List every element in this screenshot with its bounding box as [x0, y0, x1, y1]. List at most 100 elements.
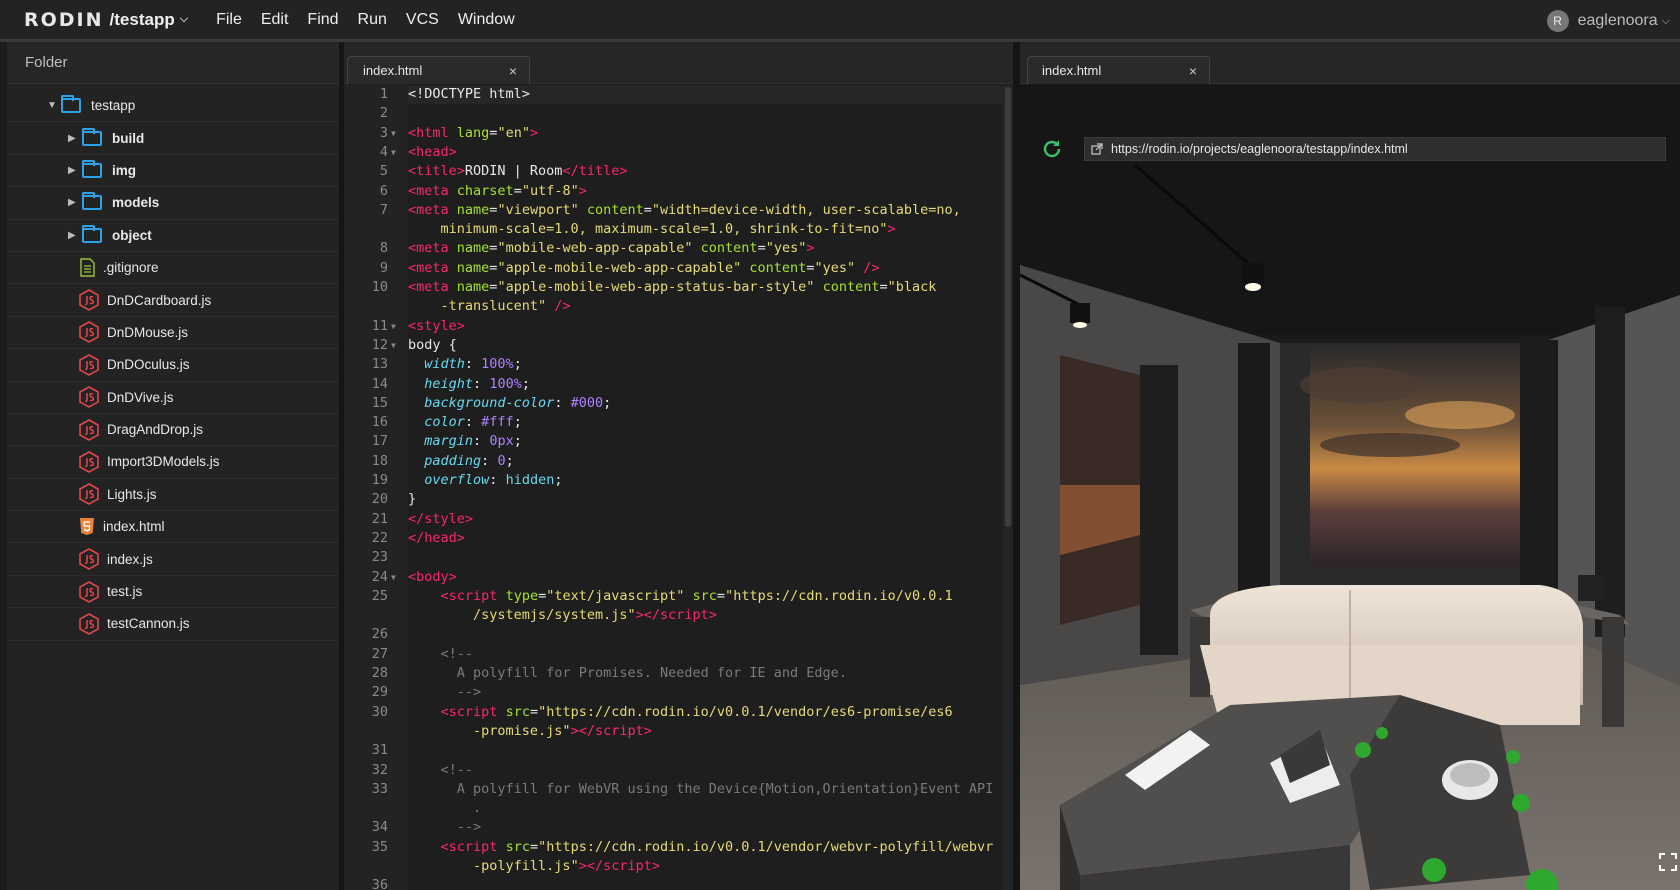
line-number: 15 [371, 394, 388, 411]
fold-caret-icon[interactable]: ▼ [391, 143, 396, 162]
code-line: /systemjs/system.js"></script> [344, 606, 1004, 625]
code-text: --> [456, 684, 482, 701]
code-text: <meta charset="utf-8"> [408, 182, 587, 199]
line-number: 9 [379, 259, 388, 276]
menu-find[interactable]: Find [307, 11, 338, 29]
line-number: 18 [371, 452, 388, 469]
text-file-icon [80, 258, 95, 277]
tab-index-html[interactable]: index.html × [347, 56, 530, 84]
line-number: 11 [371, 317, 388, 334]
tree-file[interactable]: DragAndDrop.js [7, 414, 339, 447]
vr-scene-viewport[interactable]: https://rodin.io/projects/eaglenoora/tes… [1020, 85, 1680, 890]
code-text: -translucent" /> [440, 298, 571, 315]
close-icon[interactable]: × [509, 63, 517, 79]
code-line: -promise.js"></script> [344, 722, 1004, 741]
tree-file[interactable]: DnDCardboard.js [7, 284, 339, 317]
code-line: 19 overflow: hidden; [344, 471, 1004, 490]
caret-down-icon: ▼ [47, 100, 57, 112]
code-line: 2 [344, 104, 1004, 123]
external-link-icon[interactable] [1091, 143, 1103, 155]
code-text: <body> [408, 568, 457, 585]
project-switcher[interactable]: /testapp ⌵ [110, 10, 189, 30]
folder-icon [82, 127, 102, 146]
fullscreen-icon[interactable] [1658, 852, 1678, 872]
code-line: 9 <meta name="apple-mobile-web-app-capabl… [344, 259, 1004, 278]
code-text: </style> [408, 510, 474, 527]
line-number: 13 [371, 356, 388, 373]
menu-edit[interactable]: Edit [261, 11, 289, 29]
menu-window[interactable]: Window [458, 11, 515, 29]
line-number: 16 [371, 414, 388, 431]
line-number: 12 [371, 336, 388, 353]
avatar: R [1546, 10, 1569, 32]
caret-right-icon: ▶ [68, 164, 76, 176]
url-bar[interactable]: https://rodin.io/projects/eaglenoora/tes… [1084, 137, 1666, 161]
fold-caret-icon[interactable]: ▼ [391, 336, 396, 355]
preview-tab-index-html[interactable]: index.html × [1027, 56, 1210, 84]
code-text: <script src="https://cdn.rodin.io/v0.0.1… [440, 838, 994, 855]
tree-file[interactable]: index.js [7, 543, 339, 576]
tree-folder-models[interactable]: ▶ models [7, 187, 339, 220]
code-text: <script type="text/javascript" src="http… [440, 587, 953, 604]
nodejs-file-icon [79, 386, 99, 409]
tree-file[interactable]: DnDOculus.js [7, 349, 339, 382]
tree-file[interactable]: .gitignore [7, 252, 339, 285]
code-text: --> [456, 819, 482, 836]
code-text: body { [408, 336, 457, 353]
tree-item-label: index.html [103, 519, 165, 535]
tree-file[interactable]: testCannon.js [7, 608, 339, 641]
code-line: 15 background-color: #000; [344, 394, 1004, 413]
tree-item-label: DragAndDrop.js [107, 422, 204, 438]
line-number: 35 [371, 838, 388, 855]
line-number: 4 [379, 143, 388, 160]
menu-run[interactable]: Run [358, 11, 387, 29]
menubar: RODIN /testapp ⌵ File Edit Find Run VCS … [0, 0, 1680, 42]
line-number: 31 [371, 742, 388, 759]
line-number: 5 [379, 163, 388, 180]
fold-caret-icon[interactable]: ▼ [391, 124, 396, 143]
editor-scrollbar[interactable] [1003, 85, 1013, 890]
code-line: 21 </style> [344, 510, 1004, 529]
line-number: 27 [371, 645, 388, 662]
line-number: 7 [379, 201, 388, 218]
close-icon[interactable]: × [1189, 63, 1197, 79]
menu-vcs[interactable]: VCS [406, 11, 439, 29]
code-line: 30 <script src="https://cdn.rodin.io/v0.… [344, 703, 1004, 722]
line-number: 36 [371, 877, 388, 890]
code-line: 34 --> [344, 818, 1004, 837]
tree-file[interactable]: index.html [7, 511, 339, 544]
code-area[interactable]: 1 <!DOCTYPE html> 2 3 ▼ <html lang="en"> 4 ▼ <he… [344, 85, 1004, 890]
code-text: <title>RODIN | Room</title> [408, 163, 628, 180]
code-text: color: #fff; [424, 414, 522, 431]
line-number: 3 [379, 124, 388, 141]
code-text: <head> [408, 143, 457, 160]
tree-folder-object[interactable]: ▶ object [7, 220, 339, 252]
tree-file[interactable]: Import3DModels.js [7, 446, 339, 479]
line-number: 19 [371, 472, 388, 488]
fold-caret-icon[interactable]: ▼ [391, 317, 396, 336]
code-line: 11 ▼ <style> [344, 317, 1004, 336]
tree-file[interactable]: test.js [7, 576, 339, 609]
reload-icon[interactable] [1040, 137, 1064, 161]
line-number: 28 [371, 665, 388, 681]
rodin-logo[interactable]: RODIN [24, 9, 104, 31]
code-line: 18 padding: 0; [344, 452, 1004, 471]
tree-item-label: Import3DModels.js [107, 454, 220, 470]
tree-file[interactable]: Lights.js [7, 479, 339, 512]
tree-folder-img[interactable]: ▶ img [7, 155, 339, 188]
scrollbar-thumb[interactable] [1005, 87, 1011, 527]
fold-caret-icon[interactable]: ▼ [391, 568, 396, 587]
tree-folder-root[interactable]: ▼ testapp [7, 90, 339, 123]
line-number: 2 [379, 105, 388, 122]
code-line: 8 <meta name="mobile-web-app-capable" con… [344, 239, 1004, 258]
code-line: 4 ▼ <head> [344, 143, 1004, 162]
line-number: 30 [371, 703, 388, 720]
user-menu[interactable]: R eaglenoora ⌵ [1546, 10, 1670, 32]
folder-icon [61, 95, 81, 114]
menu-file[interactable]: File [216, 11, 242, 29]
tree-file[interactable]: DnDMouse.js [7, 317, 339, 350]
code-text: <meta name="apple-mobile-web-app-status-… [408, 279, 937, 295]
tree-folder-build[interactable]: ▶ build [7, 122, 339, 155]
editor-resize-handle[interactable] [1013, 42, 1020, 890]
tree-file[interactable]: DnDVive.js [7, 382, 339, 414]
